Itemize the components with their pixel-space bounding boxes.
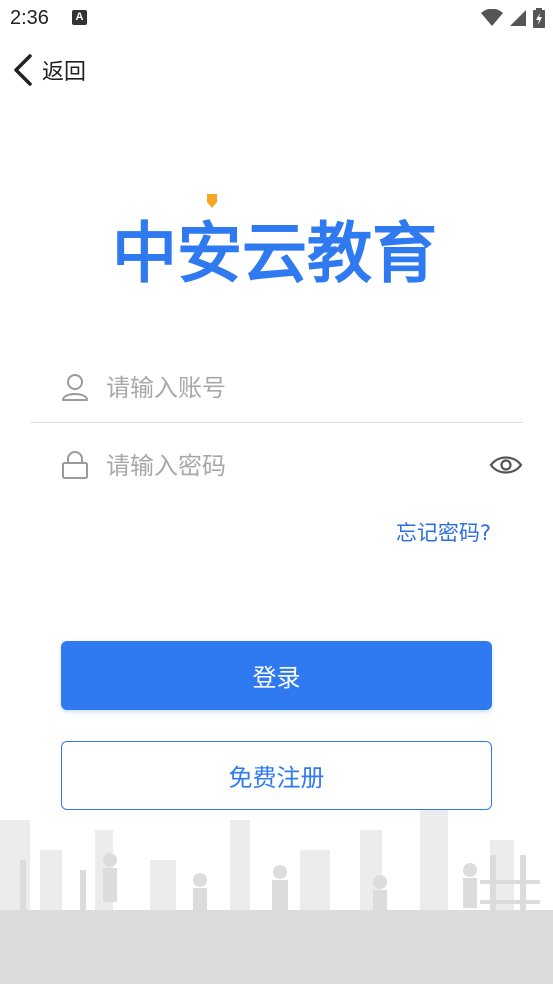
login-button-label: 登录 (252, 664, 301, 692)
status-bar: 2:36 A (0, 0, 553, 38)
wifi-icon (481, 9, 503, 26)
register-button-label: 免费注册 (228, 764, 325, 792)
battery-icon (533, 8, 545, 28)
notification-icon: A (72, 10, 87, 25)
back-label: 返回 (42, 60, 87, 85)
user-icon (62, 374, 88, 401)
login-button[interactable]: 登录 (61, 641, 492, 710)
password-input[interactable] (104, 442, 468, 490)
register-button[interactable]: 免费注册 (61, 741, 492, 810)
brand-name: 中安云教育 (112, 215, 437, 292)
back-button[interactable]: 返回 (12, 50, 86, 90)
status-time: 2:36 (10, 7, 49, 29)
forgot-password-link[interactable]: 忘记密码? (396, 517, 491, 547)
password-field (30, 430, 523, 500)
brand-logo: 中安云教育 (112, 194, 437, 292)
signal-icon (510, 10, 526, 26)
lock-icon (62, 451, 88, 479)
eye-icon[interactable] (489, 450, 523, 480)
chevron-left-icon (14, 54, 32, 86)
account-input[interactable] (104, 364, 468, 412)
account-field (30, 352, 523, 423)
status-indicators (481, 6, 545, 30)
logo-pin-icon (207, 194, 217, 208)
